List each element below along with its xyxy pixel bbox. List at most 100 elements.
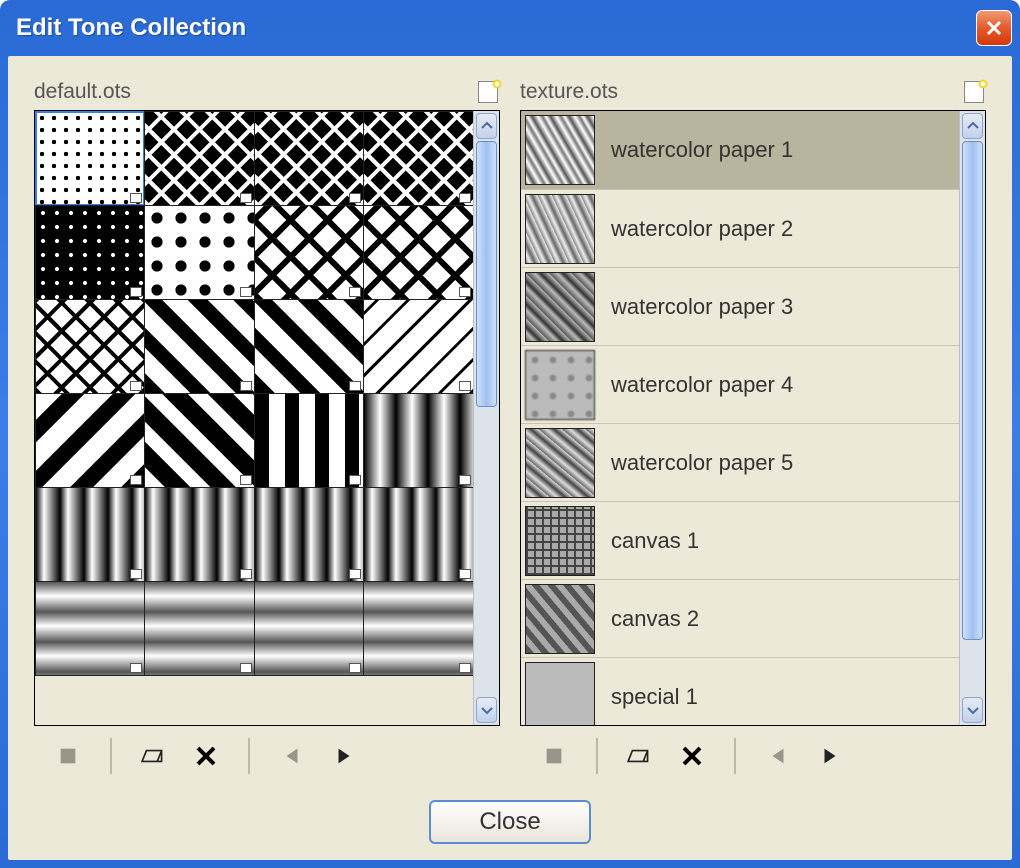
- texture-label: canvas 1: [611, 528, 699, 554]
- texture-label: watercolor paper 3: [611, 294, 793, 320]
- close-icon: [984, 18, 1004, 38]
- scroll-up-button[interactable]: [962, 113, 983, 139]
- texture-row[interactable]: watercolor paper 1: [521, 111, 959, 189]
- sparkle-icon: [492, 79, 502, 89]
- window-close-button[interactable]: [976, 10, 1012, 46]
- window: Edit Tone Collection default.ots: [0, 0, 1020, 868]
- right-panel: texture.ots watercolor paper 1watercolor…: [520, 80, 986, 774]
- pattern-swatch[interactable]: [254, 205, 365, 300]
- expand-icon: [459, 193, 471, 203]
- pattern-swatch[interactable]: [254, 581, 365, 676]
- prev-button: [274, 738, 310, 774]
- expand-icon: [349, 475, 361, 485]
- sparkle-icon: [978, 79, 988, 89]
- new-file-button[interactable]: [962, 81, 986, 103]
- pattern-swatch[interactable]: [144, 111, 255, 206]
- expand-icon: [349, 663, 361, 673]
- chevron-up-icon: [481, 120, 493, 132]
- scroll-thumb[interactable]: [962, 141, 983, 640]
- scroll-track[interactable]: [476, 141, 497, 695]
- pattern-swatch[interactable]: [363, 299, 473, 394]
- texture-row[interactable]: special 1: [521, 657, 959, 725]
- close-button[interactable]: Close: [429, 800, 590, 844]
- pattern-swatch[interactable]: [254, 111, 365, 206]
- separator: [110, 738, 112, 774]
- texture-row[interactable]: watercolor paper 2: [521, 189, 959, 267]
- separator: [734, 738, 736, 774]
- pattern-swatch[interactable]: [254, 487, 365, 582]
- pattern-swatch[interactable]: [35, 393, 145, 488]
- delete-button[interactable]: [674, 738, 710, 774]
- texture-thumbnail: [525, 584, 595, 654]
- pattern-swatch[interactable]: [363, 487, 473, 582]
- pattern-swatch[interactable]: [363, 111, 473, 206]
- expand-icon: [130, 287, 142, 297]
- pattern-swatch[interactable]: [363, 581, 473, 676]
- next-button[interactable]: [326, 738, 362, 774]
- titlebar: Edit Tone Collection: [0, 0, 1020, 56]
- texture-label: watercolor paper 2: [611, 216, 793, 242]
- expand-icon: [240, 663, 252, 673]
- expand-icon: [130, 193, 142, 203]
- expand-icon: [459, 475, 471, 485]
- prev-button: [760, 738, 796, 774]
- stop-icon: [57, 745, 79, 767]
- expand-icon: [240, 287, 252, 297]
- x-icon: [194, 744, 218, 768]
- open-folder-button[interactable]: [622, 738, 658, 774]
- right-filename-label: texture.ots: [520, 80, 618, 104]
- expand-icon: [459, 663, 471, 673]
- texture-label: special 1: [611, 684, 698, 710]
- scroll-down-button[interactable]: [476, 697, 497, 723]
- x-icon: [680, 744, 704, 768]
- expand-icon: [459, 569, 471, 579]
- stop-button: [536, 738, 572, 774]
- texture-label: watercolor paper 5: [611, 450, 793, 476]
- pattern-swatch[interactable]: [254, 393, 365, 488]
- expand-icon: [130, 663, 142, 673]
- texture-row[interactable]: canvas 1: [521, 501, 959, 579]
- expand-icon: [240, 381, 252, 391]
- pattern-swatch[interactable]: [144, 205, 255, 300]
- texture-thumbnail: [525, 194, 595, 264]
- triangle-left-icon: [767, 745, 789, 767]
- pattern-swatch[interactable]: [35, 111, 145, 206]
- chevron-down-icon: [967, 704, 979, 716]
- open-folder-button[interactable]: [136, 738, 172, 774]
- pattern-swatch[interactable]: [363, 393, 473, 488]
- expand-icon: [130, 475, 142, 485]
- scroll-up-button[interactable]: [476, 113, 497, 139]
- pattern-swatch[interactable]: [35, 299, 145, 394]
- texture-row[interactable]: watercolor paper 3: [521, 267, 959, 345]
- pattern-swatch[interactable]: [35, 487, 145, 582]
- triangle-right-icon: [819, 745, 841, 767]
- texture-row[interactable]: canvas 2: [521, 579, 959, 657]
- scroll-thumb[interactable]: [476, 141, 497, 407]
- texture-list: watercolor paper 1 watercolor paper 2 wate…: [521, 111, 959, 725]
- triangle-right-icon: [333, 745, 355, 767]
- pattern-swatch[interactable]: [144, 581, 255, 676]
- pattern-swatch[interactable]: [144, 299, 255, 394]
- texture-thumbnail: [525, 272, 595, 342]
- pattern-swatch[interactable]: [144, 487, 255, 582]
- pattern-swatch[interactable]: [363, 205, 473, 300]
- pattern-swatch[interactable]: [254, 299, 365, 394]
- left-scrollbar[interactable]: [473, 111, 499, 725]
- texture-row[interactable]: watercolor paper 5: [521, 423, 959, 501]
- scroll-track[interactable]: [962, 141, 983, 695]
- scroll-down-button[interactable]: [962, 697, 983, 723]
- pattern-swatch[interactable]: [35, 581, 145, 676]
- pattern-swatch[interactable]: [144, 393, 255, 488]
- expand-icon: [240, 475, 252, 485]
- delete-button[interactable]: [188, 738, 224, 774]
- expand-icon: [349, 381, 361, 391]
- pattern-swatch[interactable]: [35, 205, 145, 300]
- separator: [248, 738, 250, 774]
- stop-button: [50, 738, 86, 774]
- next-button[interactable]: [812, 738, 848, 774]
- expand-icon: [349, 287, 361, 297]
- right-scrollbar[interactable]: [959, 111, 985, 725]
- texture-row[interactable]: watercolor paper 4: [521, 345, 959, 423]
- new-file-button[interactable]: [476, 81, 500, 103]
- expand-icon: [240, 569, 252, 579]
